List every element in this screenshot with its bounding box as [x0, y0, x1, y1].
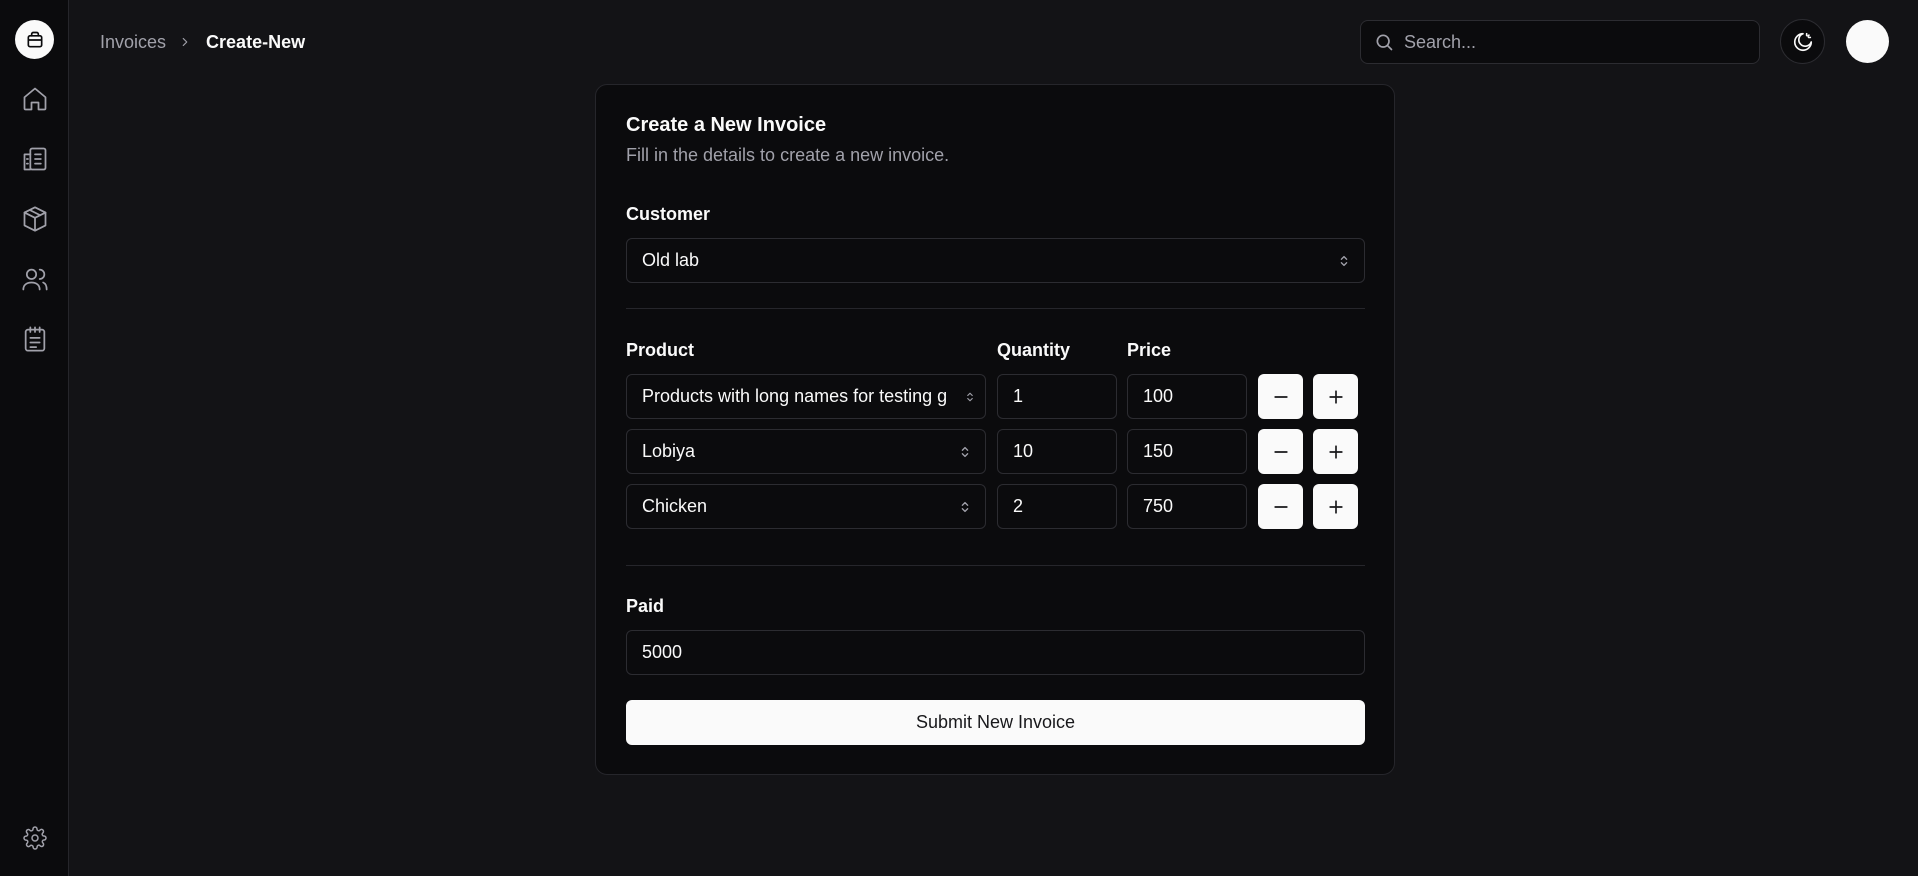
product-select[interactable]: Chicken: [626, 484, 986, 529]
minus-icon: [1273, 505, 1288, 508]
remove-line-button[interactable]: [1258, 429, 1303, 474]
paid-label: Paid: [626, 596, 665, 616]
avatar[interactable]: [1846, 20, 1889, 63]
product-label: Product: [626, 340, 695, 360]
search-icon: [1376, 34, 1393, 51]
logo[interactable]: [15, 20, 54, 59]
moon-sun-icon: [1793, 32, 1812, 51]
store-logo-icon: [27, 31, 43, 47]
minus-icon: [1273, 395, 1288, 398]
invoices-icon: [23, 147, 47, 171]
paid-input[interactable]: 5000: [626, 630, 1365, 675]
sidebar-item-customers[interactable]: [18, 262, 52, 296]
search-box: [1360, 20, 1760, 64]
chevrons-up-down-icon: [965, 391, 975, 403]
product-select-value: Lobiya: [642, 441, 696, 461]
chevrons-up-down-icon: [959, 445, 971, 459]
divider: [626, 565, 1365, 566]
chevrons-up-down-icon: [959, 500, 971, 514]
clipboard-icon: [24, 326, 46, 352]
sidebar-item-reports[interactable]: [18, 322, 52, 356]
sidebar-item-home[interactable]: [18, 82, 52, 116]
plus-icon: [1328, 389, 1343, 404]
add-line-button[interactable]: [1313, 429, 1358, 474]
plus-icon: [1328, 444, 1343, 459]
page-subtitle: Fill in the details to create a new invo…: [626, 145, 950, 165]
settings-gear-icon: [23, 826, 47, 850]
breadcrumb: Invoices Create-New: [100, 30, 305, 54]
chevron-right-icon: [178, 35, 192, 49]
quantity-input[interactable]: 1: [997, 374, 1117, 419]
customer-select-value: Old lab: [642, 250, 700, 270]
sidebar-item-products[interactable]: [18, 202, 52, 236]
quantity-input[interactable]: 2: [997, 484, 1117, 529]
quantity-input[interactable]: 10: [997, 429, 1117, 474]
minus-icon: [1273, 450, 1288, 453]
customer-select[interactable]: Old lab: [626, 238, 1365, 283]
quantity-label: Quantity: [997, 340, 1071, 360]
remove-line-button[interactable]: [1258, 374, 1303, 419]
create-invoice-card: Create a New Invoice Fill in the details…: [595, 84, 1395, 775]
breadcrumb-invoices-link[interactable]: Invoices: [100, 32, 166, 53]
sidebar: [0, 0, 69, 876]
divider: [626, 308, 1365, 309]
theme-toggle-button[interactable]: [1780, 19, 1825, 64]
price-input[interactable]: 150: [1127, 429, 1247, 474]
home-icon: [23, 87, 47, 111]
price-input[interactable]: 100: [1127, 374, 1247, 419]
customer-label: Customer: [626, 204, 711, 224]
product-select[interactable]: Products with long names for testing g: [626, 374, 986, 419]
breadcrumb-current: Create-New: [206, 31, 306, 52]
product-select-value: Chicken: [642, 496, 708, 516]
price-input[interactable]: 750: [1127, 484, 1247, 529]
product-select[interactable]: Lobiya: [626, 429, 986, 474]
add-line-button[interactable]: [1313, 374, 1358, 419]
product-select-value: Products with long names for testing g: [642, 386, 948, 406]
sidebar-item-settings[interactable]: [18, 821, 52, 855]
add-line-button[interactable]: [1313, 484, 1358, 529]
plus-icon: [1328, 499, 1343, 514]
products-box-icon: [23, 206, 47, 232]
chevrons-up-down-icon: [1338, 254, 1350, 268]
price-label: Price: [1127, 340, 1172, 360]
remove-line-button[interactable]: [1258, 484, 1303, 529]
sidebar-item-invoices[interactable]: [18, 142, 52, 176]
page-title: Create a New Invoice: [626, 114, 827, 136]
customers-users-icon: [22, 268, 48, 291]
search-input[interactable]: [1404, 31, 1744, 53]
submit-invoice-button[interactable]: Submit New Invoice: [626, 700, 1365, 745]
